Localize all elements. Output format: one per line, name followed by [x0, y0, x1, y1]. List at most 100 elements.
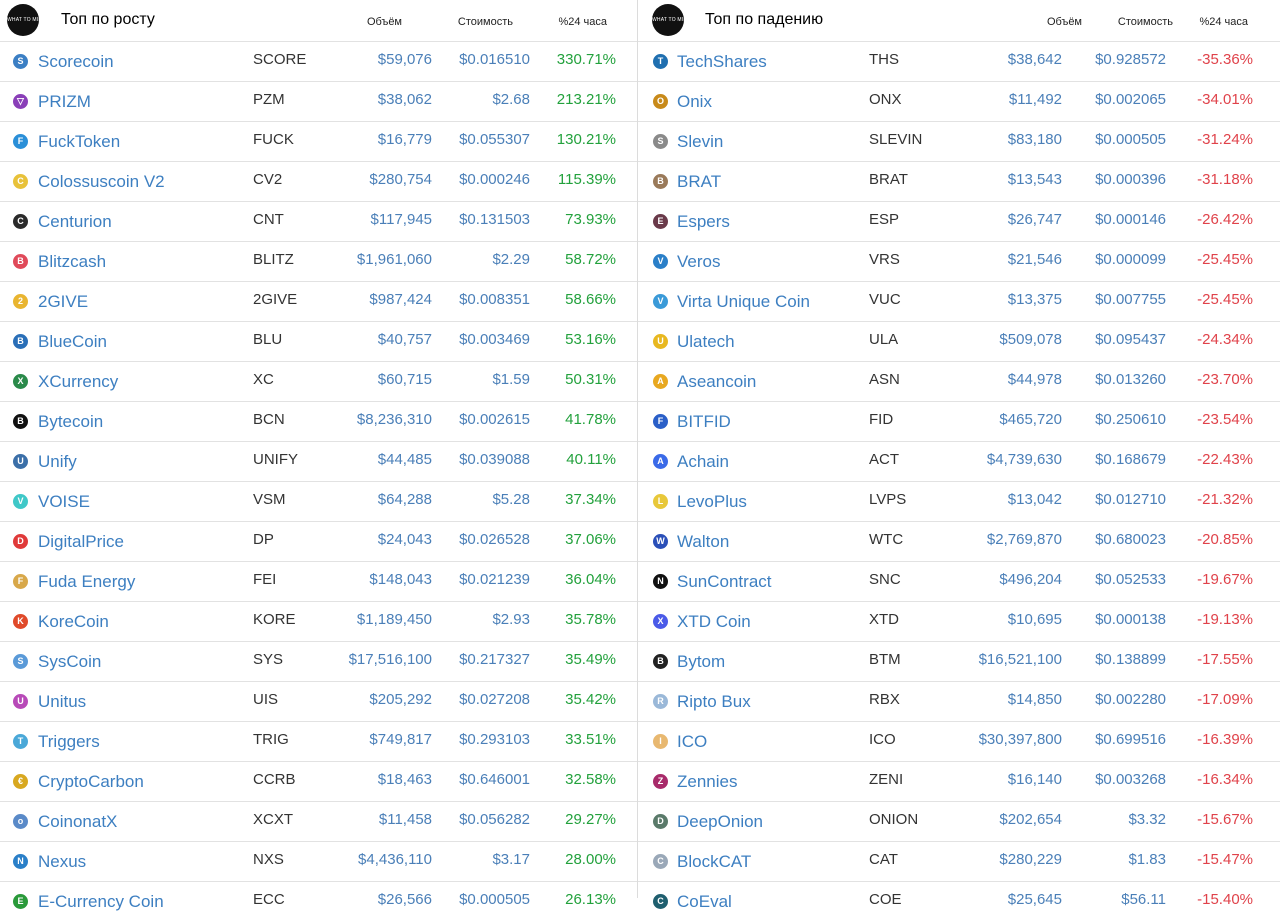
coin-row[interactable]: Z Zennies ZENI $16,140 $0.003268 -16.34% — [638, 762, 1280, 802]
coin-price[interactable]: $0.007755 — [1068, 291, 1166, 308]
coin-price[interactable]: $0.000138 — [1068, 611, 1166, 628]
coin-volume[interactable]: $2,769,870 — [958, 531, 1062, 548]
volume-column-header[interactable]: Объём — [1018, 16, 1082, 28]
coin-volume[interactable]: $11,458 — [330, 811, 432, 828]
coin-row[interactable]: o CoinonatX XCXT $11,458 $0.056282 29.27% — [0, 802, 637, 842]
coin-name-link[interactable]: ICO — [677, 732, 707, 752]
coin-name-link[interactable]: Onix — [677, 92, 712, 112]
coin-name-link[interactable]: Virta Unique Coin — [677, 292, 810, 312]
coin-price[interactable]: $0.699516 — [1068, 731, 1166, 748]
coin-volume[interactable]: $13,042 — [958, 491, 1062, 508]
coin-name-link[interactable]: LevoPlus — [677, 492, 747, 512]
coin-name-link[interactable]: XTD Coin — [677, 612, 751, 632]
coin-price[interactable]: $0.000246 — [440, 171, 530, 188]
coin-name-link[interactable]: Aseancoin — [677, 372, 756, 392]
coin-volume[interactable]: $38,642 — [958, 51, 1062, 68]
coin-name-link[interactable]: Espers — [677, 212, 730, 232]
coin-name-link[interactable]: VOISE — [38, 492, 90, 512]
coin-row[interactable]: V Veros VRS $21,546 $0.000099 -25.45% — [638, 242, 1280, 282]
coin-row[interactable]: D DigitalPrice DP $24,043 $0.026528 37.06% — [0, 522, 637, 562]
coin-name-link[interactable]: 2GIVE — [38, 292, 88, 312]
coin-name-link[interactable]: Bytom — [677, 652, 725, 672]
coin-volume[interactable]: $205,292 — [330, 691, 432, 708]
coin-row[interactable]: W Walton WTC $2,769,870 $0.680023 -20.85% — [638, 522, 1280, 562]
coin-price[interactable]: $0.013260 — [1068, 371, 1166, 388]
coin-row[interactable]: A Aseancoin ASN $44,978 $0.013260 -23.70% — [638, 362, 1280, 402]
coin-row[interactable]: F BITFID FID $465,720 $0.250610 -23.54% — [638, 402, 1280, 442]
coin-price[interactable]: $2.93 — [440, 611, 530, 628]
coin-row[interactable]: F FuckToken FUCK $16,779 $0.055307 130.21% — [0, 122, 637, 162]
price-column-header[interactable]: Стоимость — [440, 16, 513, 28]
coin-price[interactable]: $3.32 — [1068, 811, 1166, 828]
coin-name-link[interactable]: DigitalPrice — [38, 532, 124, 552]
coin-row[interactable]: X XTD Coin XTD $10,695 $0.000138 -19.13% — [638, 602, 1280, 642]
coin-name-link[interactable]: Achain — [677, 452, 729, 472]
coin-name-link[interactable]: Veros — [677, 252, 720, 272]
coin-name-link[interactable]: CryptoCarbon — [38, 772, 144, 792]
coin-volume[interactable]: $202,654 — [958, 811, 1062, 828]
coin-row[interactable]: T TechShares THS $38,642 $0.928572 -35.36% — [638, 42, 1280, 82]
coin-name-link[interactable]: KoreCoin — [38, 612, 109, 632]
coin-row[interactable]: S SysCoin SYS $17,516,100 $0.217327 35.49% — [0, 642, 637, 682]
coin-price[interactable]: $0.928572 — [1068, 51, 1166, 68]
coin-price[interactable]: $0.002280 — [1068, 691, 1166, 708]
coin-row[interactable]: O Onix ONX $11,492 $0.002065 -34.01% — [638, 82, 1280, 122]
coin-row[interactable]: S Slevin SLEVIN $83,180 $0.000505 -31.24% — [638, 122, 1280, 162]
whattomine-logo[interactable]: WHAT TO MINE — [7, 4, 39, 36]
coin-name-link[interactable]: FuckToken — [38, 132, 120, 152]
coin-name-link[interactable]: BRAT — [677, 172, 721, 192]
coin-name-link[interactable]: Colossuscoin V2 — [38, 172, 165, 192]
coin-row[interactable]: V Virta Unique Coin VUC $13,375 $0.007755 -25… — [638, 282, 1280, 322]
coin-name-link[interactable]: PRIZM — [38, 92, 91, 112]
coin-price[interactable]: $0.026528 — [440, 531, 530, 548]
coin-name-link[interactable]: Unify — [38, 452, 77, 472]
coin-row[interactable]: D DeepOnion ONION $202,654 $3.32 -15.67% — [638, 802, 1280, 842]
coin-row[interactable]: N SunContract SNC $496,204 $0.052533 -19.67% — [638, 562, 1280, 602]
coin-row[interactable]: B Blitzcash BLITZ $1,961,060 $2.29 58.72% — [0, 242, 637, 282]
coin-volume[interactable]: $40,757 — [330, 331, 432, 348]
coin-row[interactable]: E Espers ESP $26,747 $0.000146 -26.42% — [638, 202, 1280, 242]
coin-price[interactable]: $0.000099 — [1068, 251, 1166, 268]
coin-row[interactable]: L LevoPlus LVPS $13,042 $0.012710 -21.32% — [638, 482, 1280, 522]
coin-price[interactable]: $0.012710 — [1068, 491, 1166, 508]
coin-volume[interactable]: $64,288 — [330, 491, 432, 508]
coin-volume[interactable]: $18,463 — [330, 771, 432, 788]
coin-row[interactable]: C CoEval COE $25,645 $56.11 -15.40% — [638, 882, 1280, 921]
coin-row[interactable]: B BlueCoin BLU $40,757 $0.003469 53.16% — [0, 322, 637, 362]
coin-name-link[interactable]: CoinonatX — [38, 812, 117, 832]
coin-row[interactable]: R Ripto Bux RBX $14,850 $0.002280 -17.09% — [638, 682, 1280, 722]
coin-name-link[interactable]: Zennies — [677, 772, 737, 792]
coin-price[interactable]: $2.29 — [440, 251, 530, 268]
coin-price[interactable]: $0.680023 — [1068, 531, 1166, 548]
coin-price[interactable]: $0.003268 — [1068, 771, 1166, 788]
coin-price[interactable]: $0.138899 — [1068, 651, 1166, 668]
coin-name-link[interactable]: CoEval — [677, 892, 732, 912]
coin-row[interactable]: S Scorecoin SCORE $59,076 $0.016510 330.71% — [0, 42, 637, 82]
coin-price[interactable]: $2.68 — [440, 91, 530, 108]
coin-price[interactable]: $0.003469 — [440, 331, 530, 348]
coin-price[interactable]: $0.008351 — [440, 291, 530, 308]
coin-volume[interactable]: $280,229 — [958, 851, 1062, 868]
coin-price[interactable]: $3.17 — [440, 851, 530, 868]
coin-price[interactable]: $0.217327 — [440, 651, 530, 668]
coin-name-link[interactable]: BITFID — [677, 412, 731, 432]
coin-name-link[interactable]: Unitus — [38, 692, 86, 712]
coin-row[interactable]: C BlockCAT CAT $280,229 $1.83 -15.47% — [638, 842, 1280, 882]
coin-volume[interactable]: $16,779 — [330, 131, 432, 148]
coin-volume[interactable]: $8,236,310 — [330, 411, 432, 428]
coin-row[interactable]: X XCurrency XC $60,715 $1.59 50.31% — [0, 362, 637, 402]
coin-volume[interactable]: $987,424 — [330, 291, 432, 308]
coin-name-link[interactable]: BlockCAT — [677, 852, 751, 872]
coin-price[interactable]: $0.095437 — [1068, 331, 1166, 348]
coin-volume[interactable]: $13,543 — [958, 171, 1062, 188]
coin-volume[interactable]: $30,397,800 — [958, 731, 1062, 748]
coin-row[interactable]: U Ulatech ULA $509,078 $0.095437 -24.34% — [638, 322, 1280, 362]
coin-price[interactable]: $0.646001 — [440, 771, 530, 788]
coin-volume[interactable]: $1,189,450 — [330, 611, 432, 628]
coin-name-link[interactable]: Slevin — [677, 132, 723, 152]
volume-column-header[interactable]: Объём — [340, 16, 402, 28]
coin-price[interactable]: $0.000146 — [1068, 211, 1166, 228]
coin-volume[interactable]: $16,140 — [958, 771, 1062, 788]
coin-price[interactable]: $1.59 — [440, 371, 530, 388]
coin-row[interactable]: E E-Currency Coin ECC $26,566 $0.000505 26.13… — [0, 882, 637, 921]
